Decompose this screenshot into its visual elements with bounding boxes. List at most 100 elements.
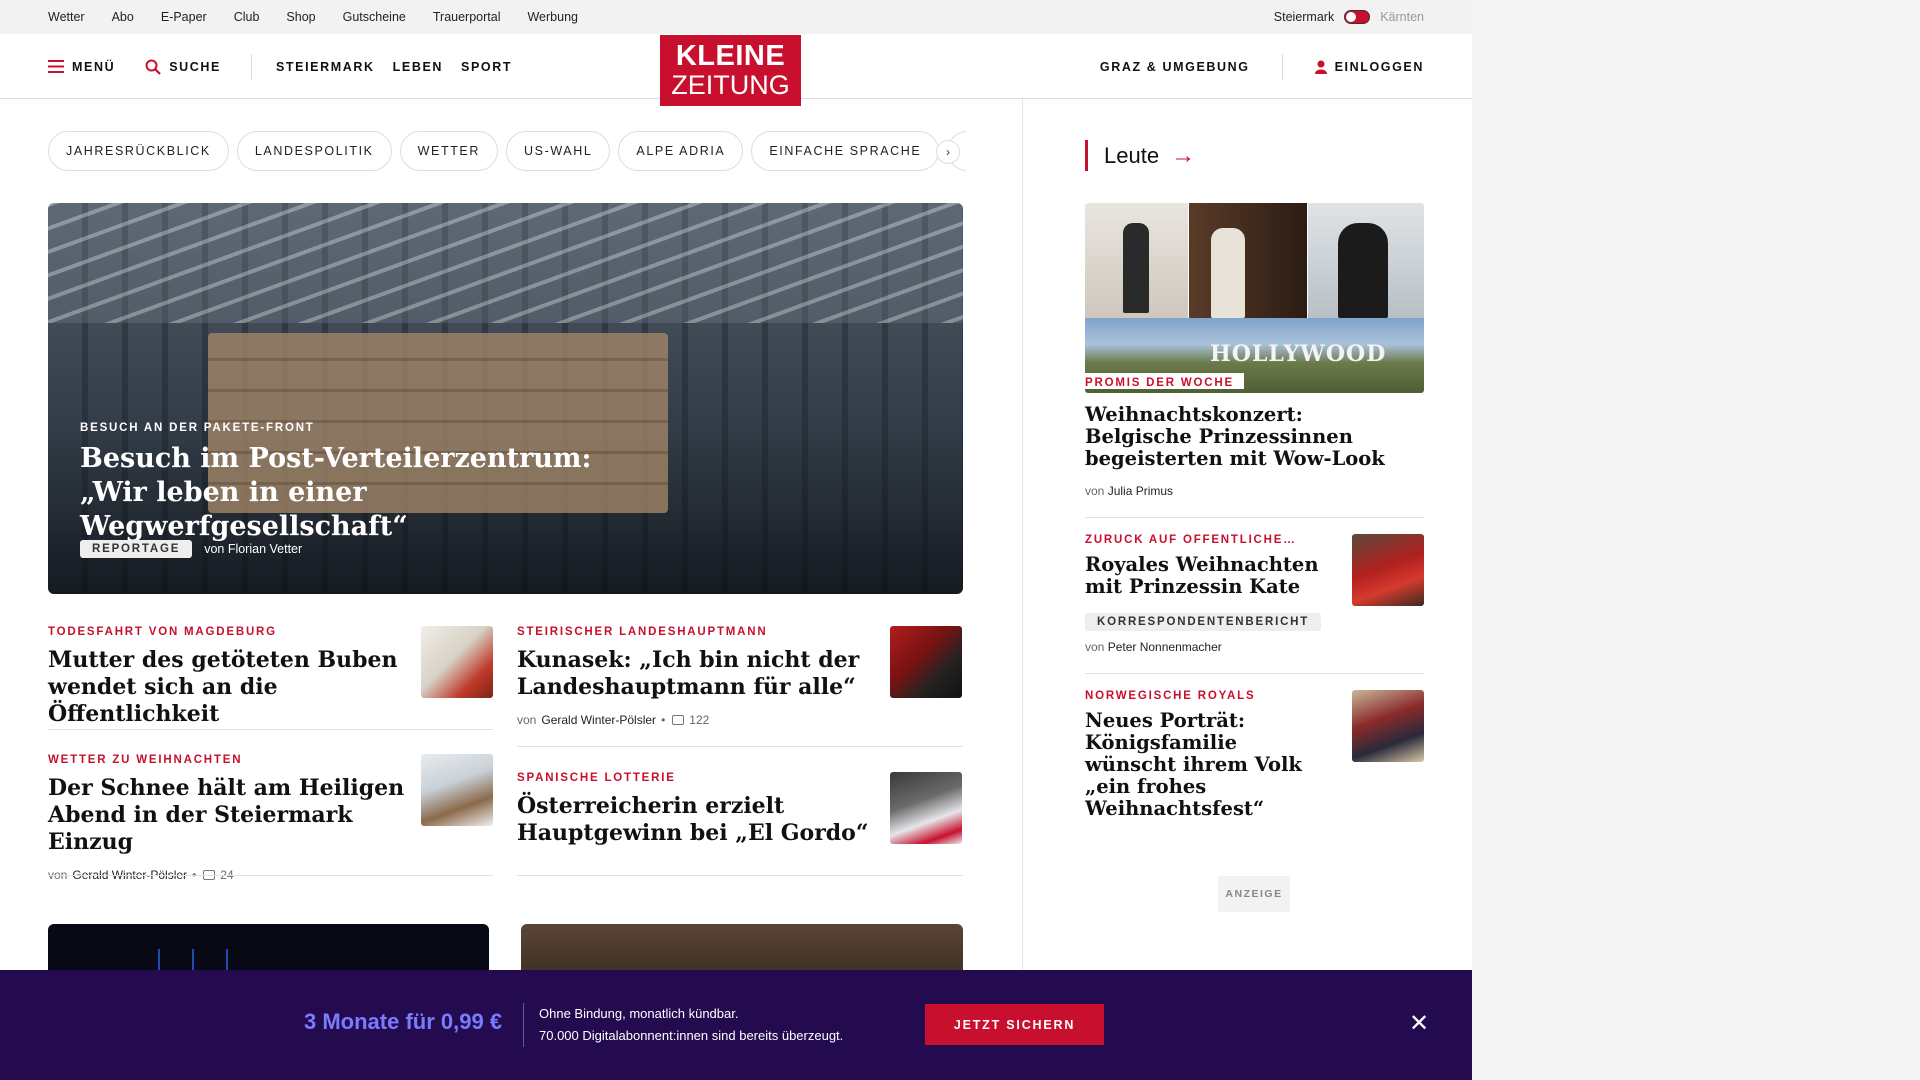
image-panel [1308,203,1424,318]
sidebar-main-byline: von Julia Primus [1085,484,1173,498]
article-author[interactable]: Gerald Winter-Pölsler [541,713,656,727]
divider [48,729,493,730]
hero-byline: von Florian Vetter [204,542,303,556]
sidebar-article-thumbnail[interactable] [1352,534,1424,606]
region-toggle[interactable] [1344,10,1371,24]
search-button[interactable]: SUCHE [145,59,221,75]
sidebar-article-badge: KORRESPONDENTENBERICHT [1085,613,1322,631]
login-button[interactable]: EINLOGGEN [1314,59,1424,74]
promo-line2: 70.000 Digitalabonnent:innen sind bereit… [539,1028,844,1043]
sidebar-article-thumbnail[interactable] [1352,690,1424,762]
util-link-shop[interactable]: Shop [286,10,315,24]
logo-line2: ZEITUNG [671,70,790,100]
chip-landespolitik[interactable]: LANDESPOLITIK [236,131,392,171]
sidebar-heading-leute[interactable]: Leute → [1085,140,1195,171]
divider [517,746,963,747]
sidebar-article-card[interactable]: NORWEGISCHE ROYALS Neues Porträt: Königs… [1085,690,1424,820]
util-link-club[interactable]: Club [234,10,260,24]
util-link-wetter[interactable]: Wetter [48,10,85,24]
sidebar-main-author[interactable]: Julia Primus [1108,484,1173,498]
article-title[interactable]: Mutter des getöteten Buben wendet sich a… [48,647,408,728]
article-thumbnail[interactable] [421,626,493,698]
menu-label: MENÜ [72,59,116,74]
article-card[interactable]: SPANISCHE LOTTERIE Österreicherin erziel… [517,772,962,847]
nav-divider-right [1281,53,1283,80]
sidebar-heading-label: Leute [1104,142,1160,168]
article-meta: von Gerald Winter-Pölsler • 122 [517,713,962,727]
user-icon [1314,60,1327,74]
divider [517,875,963,876]
article-card[interactable]: WETTER ZU WEIHNACHTEN Der Schnee hält am… [48,754,493,882]
nav-steiermark[interactable]: STEIERMARK [276,60,375,74]
util-link-gutscheine[interactable]: Gutscheine [343,10,406,24]
byline-prefix: von [517,713,537,727]
divider [48,875,493,876]
chip-wetter[interactable]: WETTER [399,131,498,171]
article-title[interactable]: Der Schnee hält am Heiligen Abend in der… [48,775,408,856]
search-label: SUCHE [169,59,221,74]
article-title[interactable]: Österreicherin erzielt Hauptgewinn bei „… [517,793,877,847]
hero-meta: REPORTAGE von Florian Vetter [80,540,302,558]
nav-leben[interactable]: LEBEN [393,60,443,74]
util-link-epaper[interactable]: E-Paper [161,10,207,24]
util-link-abo[interactable]: Abo [112,10,134,24]
empty-viewport-area [1472,0,1920,1080]
utility-links: Wetter Abo E-Paper Club Shop Gutscheine … [48,0,605,34]
sidebar-article-title[interactable]: Neues Porträt: Königsfamilie wünscht ihr… [1085,710,1325,820]
nav-graz-umgebung[interactable]: GRAZ & UMGEBUNG [1100,60,1250,74]
hero-image-roof [48,203,963,323]
promo-price: 3 Monate für 0,99 € [304,1009,503,1034]
region-steiermark[interactable]: Steiermark [1274,10,1334,24]
close-icon[interactable]: ✕ [1407,1012,1431,1036]
page: Wetter Abo E-Paper Club Shop Gutscheine … [0,0,1472,1080]
sidebar-article-kicker: ZURÜCK AUF ÖFFENTLICHER... [1085,534,1300,546]
region-kaernten[interactable]: Kärnten [1380,10,1424,24]
util-link-werbung[interactable]: Werbung [527,10,578,24]
hero-kicker: BESUCH AN DER PAKETE-FRONT [80,422,315,434]
sidebar-article-title[interactable]: Royales Weihnachten mit Prinzessin Kate [1085,554,1325,598]
login-label: EINLOGGEN [1334,59,1424,74]
ad-label: ANZEIGE [1218,876,1290,912]
article-title[interactable]: Kunasek: „Ich bin nicht der Landeshauptm… [517,647,877,701]
promo-line1: Ohne Bindung, monatlich kündbar. [539,1006,739,1021]
byline-prefix: von [1085,484,1105,498]
image-panel [1085,203,1188,318]
chips-scroll-right-button[interactable]: › [936,140,960,164]
article-card[interactable]: STEIRISCHER LANDESHAUPTMANN Kunasek: „Ic… [517,626,962,727]
search-icon [145,59,161,75]
divider [1085,517,1424,518]
hero-title[interactable]: Besuch im Post-Verteilerzentrum: „Wir le… [80,442,640,544]
chevron-right-icon: › [946,145,950,159]
byline-prefix: von [1085,640,1105,654]
menu-button[interactable]: MENÜ [48,60,115,74]
logo-line1: KLEINE [675,40,786,72]
chip-alpe-adria[interactable]: ALPE ADRIA [618,131,744,171]
hollywood-sign: HOLLYWOOD [1210,341,1387,367]
hero-text: BESUCH AN DER PAKETE-FRONT Besuch im Pos… [80,422,640,544]
promo-text: Ohne Bindung, monatlich kündbar. 70.000 … [539,1003,843,1047]
sidebar-article-card[interactable]: ZURÜCK AUF ÖFFENTLICHER... Royales Weihn… [1085,534,1424,606]
promo-divider [523,1003,524,1047]
hero-badge: REPORTAGE [80,540,193,558]
util-link-trauerportal[interactable]: Trauerportal [433,10,501,24]
article-thumbnail[interactable] [890,626,962,698]
nav-right: GRAZ & UMGEBUNG EINLOGGEN [1100,34,1424,99]
article-thumbnail[interactable] [421,754,493,826]
column-divider [1022,99,1023,970]
article-thumbnail[interactable] [890,772,962,844]
chip-us-wahl[interactable]: US-WAHL [506,131,611,171]
divider [1085,673,1424,674]
sidebar-main-image[interactable]: HOLLYWOOD [1085,203,1424,393]
comment-count[interactable]: 122 [689,713,709,727]
sidebar-article-author[interactable]: Peter Nonnenmacher [1108,640,1222,654]
chip-einfache-sprache[interactable]: EINFACHE SPRACHE [751,131,940,171]
nav-left: MENÜ SUCHE STEIERMARK LEBEN SPORT [48,34,530,99]
chip-jahresrueckblick[interactable]: JAHRESRÜCKBLICK [48,131,229,171]
promo-cta-button[interactable]: JETZT SICHERN [925,1004,1104,1045]
site-logo[interactable]: KLEINE ZEITUNG [660,35,801,106]
sidebar-main-title[interactable]: Weihnachtskonzert: Belgische Prinzessinn… [1085,404,1385,470]
article-card[interactable]: TODESFAHRT VON MAGDEBURG Mutter des getö… [48,626,493,728]
nav-sport[interactable]: SPORT [461,60,512,74]
sidebar-article-kicker: NORWEGISCHE ROYALS [1085,690,1256,702]
arrow-right-icon: → [1171,141,1196,169]
